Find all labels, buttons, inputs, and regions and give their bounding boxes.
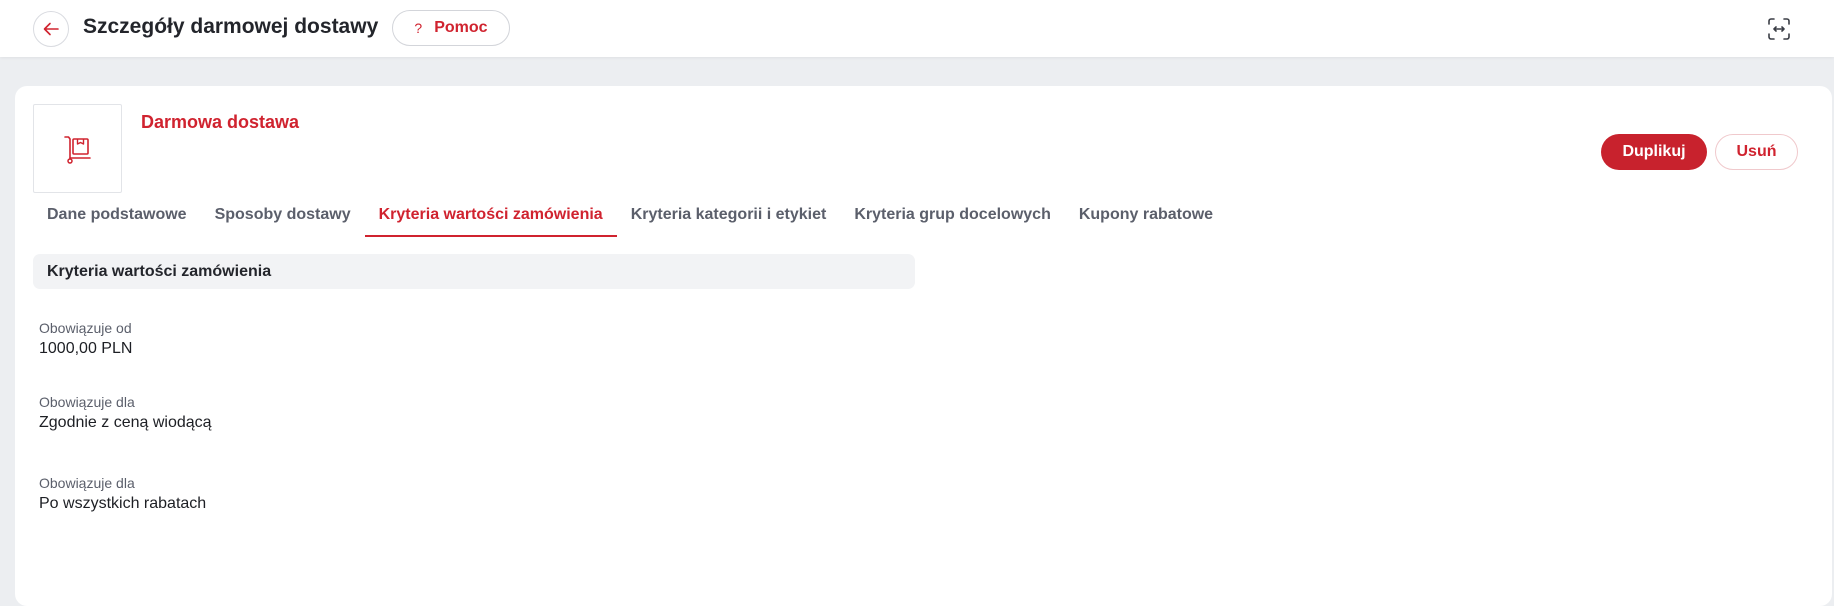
details-card: Darmowa dostawa Duplikuj Usuń Dane podst… bbox=[15, 86, 1832, 606]
back-button[interactable] bbox=[33, 11, 69, 47]
arrow-left-icon bbox=[43, 22, 59, 36]
delivery-cart-icon bbox=[63, 135, 91, 164]
expand-button[interactable] bbox=[1766, 16, 1792, 42]
field-label: Obowiązuje dla bbox=[39, 475, 135, 491]
help-button-label: Pomoc bbox=[434, 19, 488, 36]
tab-bar: Dane podstawowe Sposoby dostawy Kryteria… bbox=[33, 194, 1227, 237]
field-valid-from: Obowiązuje od 1000,00 PLN bbox=[39, 319, 132, 359]
top-bar: Szczegóły darmowej dostawy ? Pomoc bbox=[0, 0, 1834, 57]
field-value: Zgodnie z ceną wiodącą bbox=[39, 414, 212, 431]
page-title: Szczegóły darmowej dostawy bbox=[83, 15, 379, 38]
help-button[interactable]: ? Pomoc bbox=[392, 10, 510, 46]
field-label: Obowiązuje dla bbox=[39, 394, 135, 410]
section-header: Kryteria wartości zamówienia bbox=[33, 254, 915, 289]
tab-basic-data[interactable]: Dane podstawowe bbox=[33, 194, 201, 235]
question-icon: ? bbox=[414, 20, 423, 36]
delete-button[interactable]: Usuń bbox=[1715, 134, 1798, 170]
expand-icon bbox=[1768, 18, 1790, 40]
tab-delivery-methods[interactable]: Sposoby dostawy bbox=[201, 194, 365, 235]
duplicate-button[interactable]: Duplikuj bbox=[1601, 134, 1707, 170]
field-value: Po wszystkich rabatach bbox=[39, 495, 207, 512]
field-applies-price: Obowiązuje dla Zgodnie z ceną wiodącą bbox=[39, 393, 212, 433]
tab-target-group-criteria[interactable]: Kryteria grup docelowych bbox=[840, 194, 1065, 235]
field-applies-discounts: Obowiązuje dla Po wszystkich rabatach bbox=[39, 474, 206, 514]
tab-discount-coupons[interactable]: Kupony rabatowe bbox=[1065, 194, 1227, 235]
tab-category-label-criteria[interactable]: Kryteria kategorii i etykiet bbox=[617, 194, 841, 235]
item-name: Darmowa dostawa bbox=[141, 112, 300, 132]
tab-order-value-criteria[interactable]: Kryteria wartości zamówienia bbox=[364, 194, 617, 237]
field-value: 1000,00 PLN bbox=[39, 340, 133, 357]
item-thumbnail bbox=[33, 104, 122, 193]
field-label: Obowiązuje od bbox=[39, 320, 132, 336]
